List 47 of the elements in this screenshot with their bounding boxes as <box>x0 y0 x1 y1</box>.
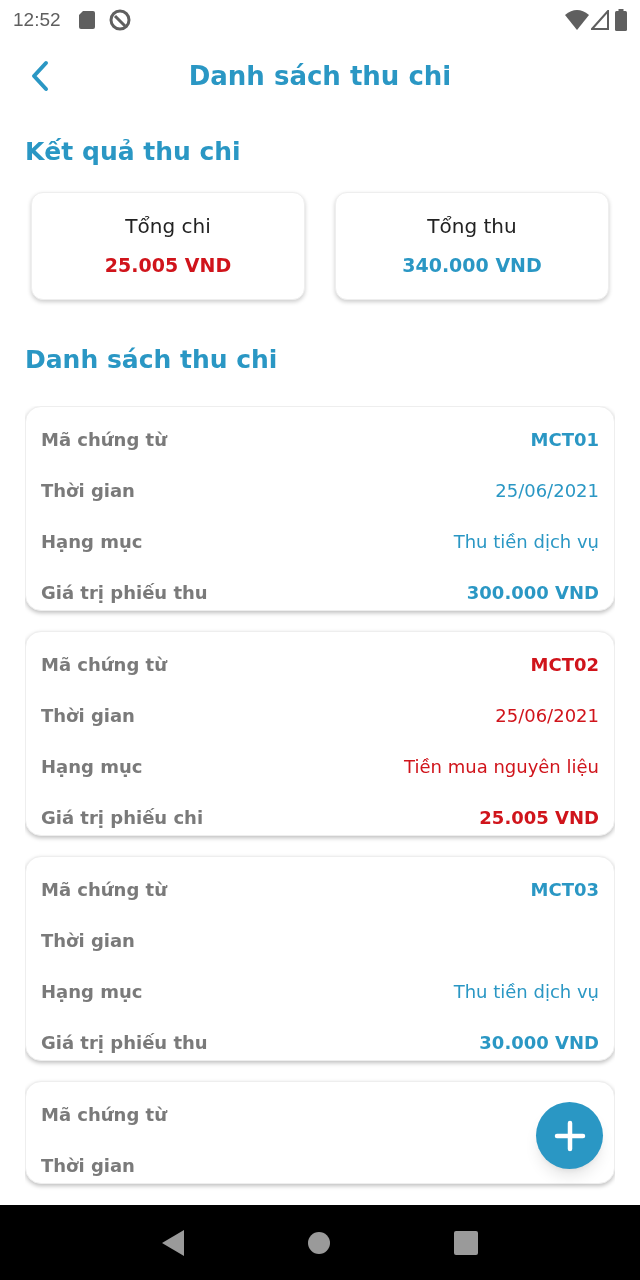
field-label: Mã chứng từ <box>41 1103 167 1127</box>
plus-icon <box>553 1119 586 1152</box>
field-label: Thời gian <box>41 704 135 728</box>
field-label: Thời gian <box>41 1154 135 1178</box>
summary-value: 340.000 VND <box>402 253 542 277</box>
home-nav-icon[interactable] <box>308 1231 330 1254</box>
section-title: Kết quả thu chi <box>25 136 242 168</box>
sd-card-icon <box>78 11 95 29</box>
field-value: 25/06/2021 <box>495 704 599 728</box>
transaction-card[interactable]: Mã chứng từ MCT01 Thời gian 25/06/2021 Hạng mục Thu tiền dịch vụ Giá trị phiếu thu 300.000 VND <box>25 406 615 611</box>
back-icon <box>30 60 50 92</box>
field-value: Tiền mua nguyên liệu <box>404 755 599 779</box>
recents-nav-icon[interactable] <box>454 1230 478 1255</box>
field-value: 300.000 VND <box>466 581 599 605</box>
field-value: 30.000 VND <box>479 1031 599 1055</box>
field-label: Hạng mục <box>41 980 143 1004</box>
field-label: Giá trị phiếu chi <box>41 806 204 830</box>
field-value: 25.005 VND <box>479 806 599 830</box>
field-label: Giá trị phiếu thu <box>41 581 208 605</box>
transaction-card[interactable]: Mã chứng từ MCT03 Thời gian Hạng mục Thu tiền dịch vụ Giá trị phiếu thu 30.000 VND <box>25 856 615 1061</box>
summary-label: Tổng chi <box>125 213 211 239</box>
screen-title: Danh sách thu chi <box>188 59 452 93</box>
wifi-icon <box>565 10 589 30</box>
field-value: Thu tiền dịch vụ <box>453 530 599 554</box>
field-label: Giá trị phiếu thu <box>41 1031 208 1055</box>
signal-icon <box>591 10 609 30</box>
status-time: 12:52 <box>13 7 61 32</box>
circle-icon <box>108 9 131 31</box>
field-label: Mã chứng từ <box>41 878 167 902</box>
battery-icon <box>615 9 627 31</box>
field-label: Thời gian <box>41 479 135 503</box>
field-value: MCT01 <box>530 428 599 452</box>
field-value: 25/06/2021 <box>495 479 599 503</box>
field-value: MCT02 <box>530 653 599 677</box>
field-value: MCT03 <box>530 878 599 902</box>
field-value: Thu tiền dịch vụ <box>453 980 599 1004</box>
field-label: Thời gian <box>41 929 135 953</box>
field-label: Hạng mục <box>41 530 143 554</box>
field-label: Mã chứng từ <box>41 428 167 452</box>
back-nav-icon[interactable] <box>162 1229 184 1256</box>
section-title: Danh sách thu chi <box>25 344 279 376</box>
field-label: Mã chứng từ <box>41 653 167 677</box>
summary-value: 25.005 VND <box>104 253 232 277</box>
summary-label: Tổng thu <box>427 213 517 239</box>
transaction-card[interactable]: Mã chứng từ Thời gian <box>25 1081 615 1184</box>
transaction-card[interactable]: Mã chứng từ MCT02 Thời gian 25/06/2021 Hạng mục Tiền mua nguyên liệu Giá trị phiếu chi 25.005 VND <box>25 631 615 836</box>
field-label: Hạng mục <box>41 755 143 779</box>
